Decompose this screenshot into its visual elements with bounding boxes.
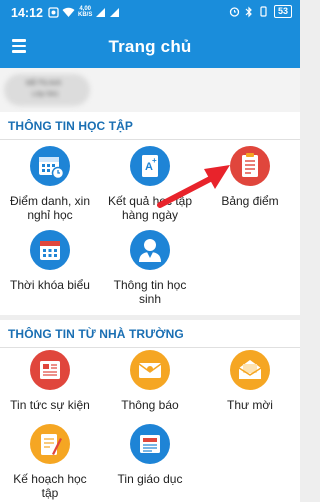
calendar-clock-icon (30, 146, 70, 186)
divider (0, 139, 300, 140)
item-label: Tin giáo dục (117, 472, 183, 486)
grade-paper-icon: A + (130, 146, 170, 186)
student-name: Mẫ Thị Anh (26, 80, 62, 87)
status-bar: 14:12 4,00 KB/S 53 (0, 0, 300, 26)
item-daily-results[interactable]: A + Kết quả học tập hàng ngày (100, 146, 200, 222)
item-student-info[interactable]: Thông tin học sinh (100, 230, 200, 306)
status-right-icons: 53 (229, 5, 292, 18)
newspaper-icon (30, 350, 70, 390)
battery-indicator: 53 (273, 5, 292, 18)
envelope-icon (130, 350, 170, 390)
item-education-news[interactable]: Tin giáo dục (100, 424, 200, 486)
notification-icon (48, 6, 59, 18)
student-icon (130, 230, 170, 270)
calendar-icon (30, 230, 70, 270)
item-label: Kết quả học tập hàng ngày (107, 194, 193, 222)
speed-unit: KB/S (78, 12, 93, 18)
item-label: Điểm danh, xin nghỉ học (9, 194, 91, 222)
user-area: Mẫ Thị Anh Lớp 5A1 (0, 68, 300, 112)
item-label: Kế hoạch học tập (13, 472, 87, 500)
section-study-info: THÔNG TIN HỌC TẬP Điểm danh, xin nghỉ họ… (0, 112, 300, 315)
item-announcements[interactable]: Thông báo (100, 350, 200, 412)
item-label: Thư mời (227, 398, 273, 412)
report-card-icon (230, 146, 270, 186)
item-label: Bảng điểm (221, 194, 279, 208)
divider (0, 347, 300, 348)
app-bar: Trang chủ (0, 26, 300, 68)
item-study-plan[interactable]: Kế hoạch học tập (0, 424, 100, 500)
signal-icon (96, 7, 106, 17)
section-school-info: THÔNG TIN TỪ NHÀ TRƯỜNG Tin tức sự kiện … (0, 320, 300, 502)
item-report-card[interactable]: Bảng điểm (200, 146, 300, 208)
item-label: Tin tức sự kiện (10, 398, 90, 412)
page-title: Trang chủ (108, 37, 192, 56)
signal-icon-2 (110, 7, 120, 17)
item-news-events[interactable]: Tin tức sự kiện (0, 350, 100, 412)
item-label: Thông báo (121, 398, 179, 412)
item-timetable[interactable]: Thời khóa biểu (0, 230, 100, 292)
wifi-icon (62, 7, 75, 17)
open-envelope-icon (230, 350, 270, 390)
education-news-icon (130, 424, 170, 464)
section-title: THÔNG TIN TỪ NHÀ TRƯỜNG (8, 327, 184, 341)
vibrate-icon (260, 6, 267, 17)
status-left-icons: 4,00 KB/S (48, 6, 120, 18)
student-selector[interactable]: Mẫ Thị Anh Lớp 5A1 (4, 74, 90, 106)
item-label: Thông tin học sinh (113, 278, 187, 306)
section-title: THÔNG TIN HỌC TẬP (8, 119, 134, 133)
item-invitations[interactable]: Thư mời (200, 350, 300, 412)
svg-text:+: + (152, 156, 157, 165)
alarm-icon (229, 7, 240, 17)
student-class: Lớp 5A1 (32, 91, 59, 98)
network-speed: 4,00 KB/S (78, 6, 92, 18)
item-attendance[interactable]: Điểm danh, xin nghỉ học (0, 146, 100, 222)
status-time: 14:12 (11, 6, 43, 20)
notebook-pencil-icon (30, 424, 70, 464)
item-label: Thời khóa biểu (10, 278, 90, 292)
bluetooth-icon (245, 6, 252, 17)
